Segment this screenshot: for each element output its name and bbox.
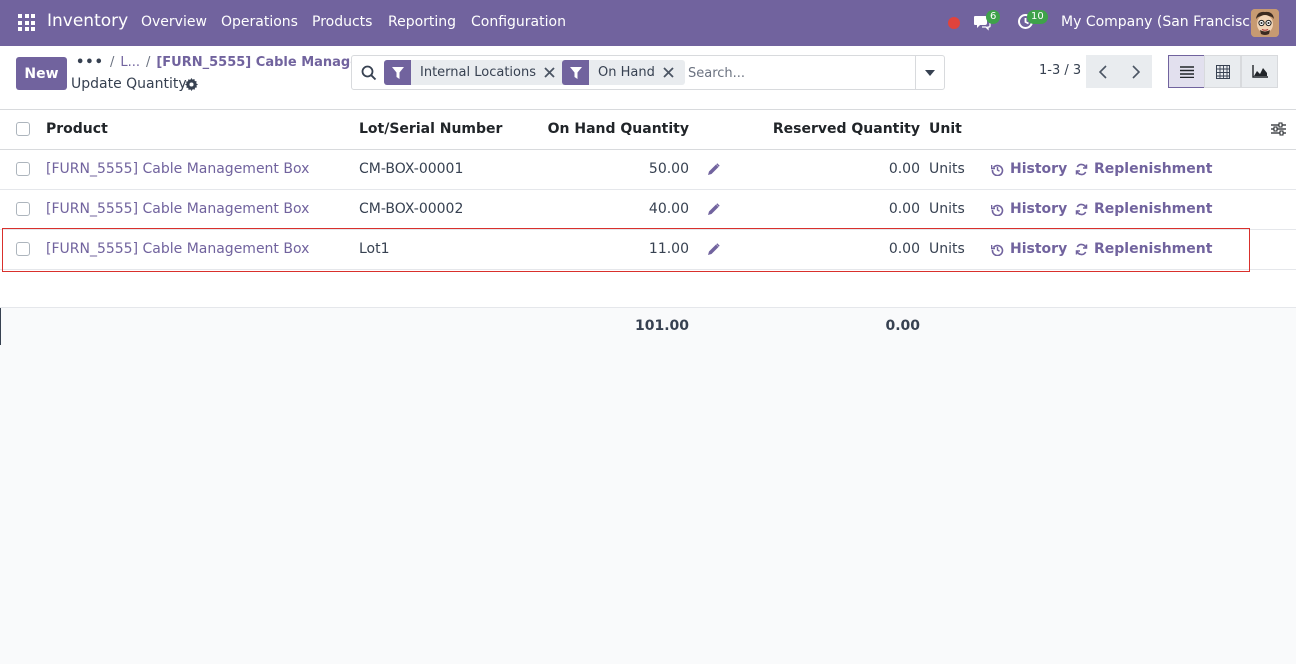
menu-reporting[interactable]: Reporting	[388, 14, 456, 30]
column-header-unit[interactable]: Unit	[929, 121, 962, 137]
close-icon[interactable]	[663, 60, 685, 85]
menu-configuration[interactable]: Configuration	[471, 14, 566, 30]
optional-columns-icon[interactable]	[1271, 122, 1286, 140]
filter-icon	[562, 60, 589, 85]
empty-row	[0, 270, 1296, 308]
menu-overview[interactable]: Overview	[141, 14, 207, 30]
replenishment-button[interactable]: Replenishment	[1075, 241, 1212, 257]
control-panel: New ••• / L... / [FURN_5555] Cable Manage...…	[0, 46, 1296, 110]
history-icon	[991, 204, 1004, 216]
facet-label: On Hand	[598, 65, 655, 80]
pencil-icon[interactable]	[707, 243, 720, 260]
page-title: Update Quantity	[71, 76, 187, 92]
product-cell[interactable]: [FURN_5555] Cable Management Box	[46, 241, 309, 257]
gear-icon[interactable]	[185, 78, 198, 95]
replenishment-button[interactable]: Replenishment	[1075, 161, 1212, 177]
table-header: Product Lot/Serial Number On Hand Quanti…	[0, 110, 1296, 150]
table-grid-icon	[1215, 64, 1230, 79]
column-header-lot[interactable]: Lot/Serial Number	[359, 121, 502, 137]
app-name[interactable]: Inventory	[47, 11, 128, 31]
on-hand-cell[interactable]: 11.00	[649, 241, 689, 257]
new-button[interactable]: New	[16, 57, 67, 90]
row-checkbox[interactable]	[16, 202, 30, 216]
pivot-view-button[interactable]	[1204, 55, 1241, 88]
pager-next-button[interactable]	[1119, 55, 1152, 88]
history-icon	[991, 164, 1004, 176]
product-cell[interactable]: [FURN_5555] Cable Management Box	[46, 201, 309, 217]
graph-view-button[interactable]	[1241, 55, 1278, 88]
list-icon	[1179, 65, 1194, 78]
replenishment-button[interactable]: Replenishment	[1075, 201, 1212, 217]
chevron-left-icon	[1098, 64, 1107, 79]
pager-previous-button[interactable]	[1086, 55, 1119, 88]
on-hand-cell[interactable]: 40.00	[649, 201, 689, 217]
search-facet-on-hand: On Hand	[562, 60, 685, 85]
total-on-hand: 101.00	[634, 318, 689, 334]
menu-operations[interactable]: Operations	[221, 14, 298, 30]
refresh-icon	[1075, 163, 1088, 175]
stock-quant-list: Product Lot/Serial Number On Hand Quanti…	[0, 110, 1296, 308]
table-row[interactable]: [FURN_5555] Cable Management Box CM-BOX-…	[0, 150, 1296, 190]
app-menu-icon[interactable]	[18, 14, 35, 31]
total-reserved: 0.00	[885, 318, 920, 334]
history-button[interactable]: History	[991, 201, 1067, 217]
history-label: History	[1010, 161, 1068, 177]
unit-cell: Units	[929, 161, 965, 177]
refresh-icon	[1075, 203, 1088, 215]
table-row[interactable]: [FURN_5555] Cable Management Box Lot1 11…	[0, 230, 1296, 270]
replenishment-label: Replenishment	[1094, 161, 1213, 177]
top-navbar: Inventory Overview Operations Products R…	[0, 0, 1296, 46]
column-header-product[interactable]: Product	[46, 121, 108, 137]
replenishment-label: Replenishment	[1094, 241, 1213, 257]
product-cell[interactable]: [FURN_5555] Cable Management Box	[46, 161, 309, 177]
history-icon	[991, 244, 1004, 256]
history-label: History	[1010, 241, 1068, 257]
breadcrumb: ••• / L... / [FURN_5555] Cable Manage...	[76, 55, 374, 70]
history-label: History	[1010, 201, 1068, 217]
column-header-reserved[interactable]: Reserved Quantity	[773, 121, 920, 137]
row-checkbox[interactable]	[16, 162, 30, 176]
area-chart-icon	[1251, 65, 1268, 78]
replenishment-label: Replenishment	[1094, 201, 1213, 217]
row-checkbox[interactable]	[16, 242, 30, 256]
facet-label: Internal Locations	[420, 65, 536, 80]
messages-count-badge: 6	[986, 10, 1001, 24]
pencil-icon[interactable]	[707, 163, 720, 180]
breadcrumb-item-location[interactable]: L...	[120, 55, 140, 70]
select-all-checkbox[interactable]	[16, 122, 30, 136]
history-button[interactable]: History	[991, 241, 1067, 257]
refresh-icon	[1075, 243, 1088, 255]
lot-cell[interactable]: Lot1	[359, 241, 390, 257]
column-header-on-hand[interactable]: On Hand Quantity	[548, 121, 689, 137]
record-indicator-icon[interactable]	[948, 17, 960, 29]
caret-down-icon	[925, 69, 935, 76]
reserved-cell: 0.00	[888, 241, 920, 257]
chevron-right-icon	[1131, 64, 1140, 79]
list-view-button[interactable]	[1168, 55, 1205, 88]
search-input[interactable]	[688, 61, 908, 85]
breadcrumb-item-product[interactable]: [FURN_5555] Cable Manage...	[156, 55, 374, 70]
lot-cell[interactable]: CM-BOX-00001	[359, 161, 463, 177]
reserved-cell: 0.00	[888, 161, 920, 177]
unit-cell: Units	[929, 201, 965, 217]
table-row[interactable]: [FURN_5555] Cable Management Box CM-BOX-…	[0, 190, 1296, 230]
search-bar: Internal Locations On Hand	[351, 55, 945, 90]
pager-value[interactable]: 1-3 / 3	[1039, 63, 1081, 78]
activities-count-badge: 10	[1027, 10, 1048, 24]
search-icon[interactable]	[361, 65, 377, 85]
pencil-icon[interactable]	[707, 203, 720, 220]
history-button[interactable]: History	[991, 161, 1067, 177]
lot-cell[interactable]: CM-BOX-00002	[359, 201, 463, 217]
search-facet-internal-locations: Internal Locations	[384, 60, 566, 85]
company-switcher[interactable]: My Company (San Francisco)	[1061, 14, 1264, 30]
unit-cell: Units	[929, 241, 965, 257]
table-footer-totals: 101.00 0.00	[0, 308, 1296, 345]
search-options-toggle[interactable]	[915, 56, 944, 89]
reserved-cell: 0.00	[888, 201, 920, 217]
user-avatar[interactable]	[1251, 9, 1279, 37]
menu-products[interactable]: Products	[312, 14, 372, 30]
breadcrumb-dots[interactable]: •••	[76, 55, 104, 70]
on-hand-cell[interactable]: 50.00	[649, 161, 689, 177]
filter-icon	[384, 60, 411, 85]
